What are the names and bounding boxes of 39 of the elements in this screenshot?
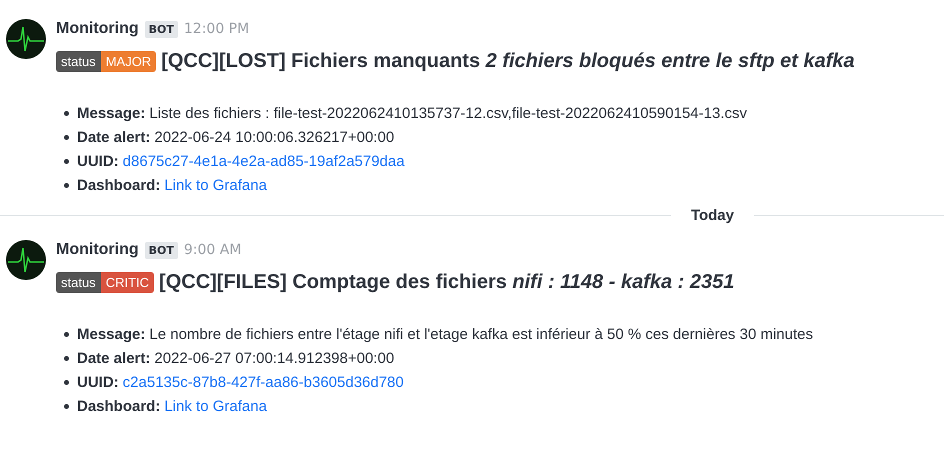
field-link[interactable]: Link to Grafana — [164, 398, 267, 414]
field-link[interactable]: d8675c27-4e1a-4e2a-ad85-19af2a579daa — [122, 152, 405, 170]
severity-label: MAJOR — [100, 50, 156, 72]
avatar-icon — [6, 240, 46, 280]
bullet-icon — [64, 332, 69, 336]
field-label: Message: — [77, 326, 146, 342]
field-value: Liste des fichiers : file-test-2022062410135737-12.csv,file-test-2022062410590154-13.csv — [149, 104, 747, 122]
field-value: Le nombre de fichiers entre l'étage nifi et l'etage kafka est inférieur à 50 % ces dernières 30 minutes — [149, 326, 813, 342]
field-value: 2022-06-24 10:00:06.326217+00:00 — [154, 128, 394, 146]
field-label: Date alert: — [77, 350, 150, 366]
field-label: UUID: — [77, 374, 119, 390]
bullet-icon — [64, 182, 69, 188]
message-time: 9:00 AM — [184, 242, 242, 258]
field-label: Dashboard: — [77, 398, 160, 414]
bullet-icon — [64, 404, 69, 408]
bullet-icon — [64, 158, 69, 164]
avatar-icon — [6, 19, 46, 59]
bullet-icon — [64, 356, 69, 360]
message-time: 12:00 PM — [184, 21, 250, 37]
bullet-icon — [64, 134, 69, 140]
bot-tag: BOT — [144, 20, 178, 38]
field-value: 2022-06-27 07:00:14.912398+00:00 — [154, 350, 394, 366]
severity-label: CRITIC — [100, 272, 154, 292]
bullet-icon — [64, 110, 69, 116]
field-label: Dashboard: — [77, 176, 160, 194]
alert-title: [QCC][LOST] Fichiers manquants 2 fichiers bloqués entre le sftp et kafka — [161, 50, 855, 72]
author-name: Monitoring — [56, 20, 139, 38]
field-label: Message: — [77, 104, 146, 122]
bot-tag: BOT — [144, 242, 178, 258]
date-divider: Today — [690, 207, 735, 224]
field-link[interactable]: c2a5135c-87b8-427f-aa86-b3605d36d780 — [122, 374, 404, 390]
alert-title: [QCC][FILES] Comptage des fichiers nifi : 1148 - kafka : 2351 — [159, 270, 734, 294]
field-link[interactable]: Link to Grafana — [164, 176, 267, 194]
author-name: Monitoring — [56, 241, 139, 259]
field-label: Date alert: — [77, 128, 150, 146]
status-label: status — [56, 272, 101, 292]
field-label: UUID: — [77, 152, 119, 170]
status-label: status — [56, 50, 101, 72]
bullet-icon — [64, 380, 69, 384]
